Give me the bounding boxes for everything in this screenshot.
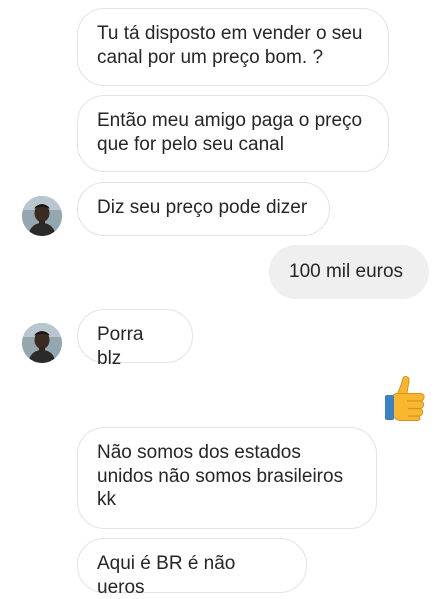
message-bubble-received[interactable]: Tu tá disposto em vender o seu canal por…: [77, 8, 389, 86]
message-bubble-received[interactable]: Porra blz: [77, 309, 193, 369]
avatar-photo-icon: [22, 323, 62, 363]
avatar-photo-icon: [22, 196, 62, 236]
message-bubble-received[interactable]: Então meu amigo paga o preço que for pel…: [77, 95, 389, 172]
message-bubble-received[interactable]: Diz seu preço pode dizer: [77, 182, 330, 236]
message-bubble-received[interactable]: Não somos dos estados unidos não somos b…: [77, 427, 377, 529]
avatar[interactable]: [22, 323, 62, 363]
thumbs-up-icon-graphic: [385, 375, 425, 421]
message-bubble-received[interactable]: Aqui é BR é não ueros: [77, 538, 307, 598]
avatar[interactable]: [22, 196, 62, 236]
thumbs-up-icon[interactable]: [383, 375, 427, 421]
message-bubble-sent[interactable]: 100 mil euros: [269, 245, 429, 299]
